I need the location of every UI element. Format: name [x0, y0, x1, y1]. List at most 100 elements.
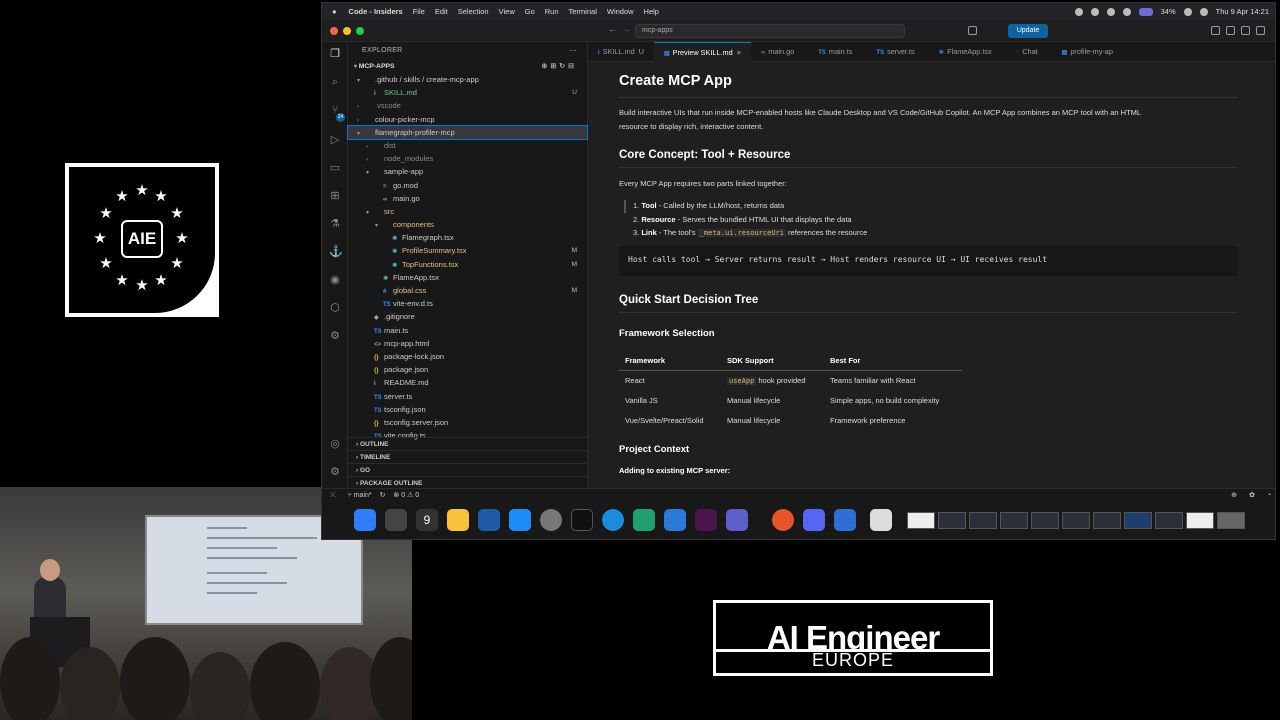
extensions-icon[interactable]: ⊞ — [329, 190, 341, 202]
system-settings-icon[interactable] — [540, 509, 562, 531]
close-tab-icon[interactable]: × — [737, 48, 741, 57]
finder-icon[interactable] — [354, 509, 376, 531]
command-center-search[interactable]: mcp-apps — [635, 24, 905, 38]
copilot-status-icon[interactable]: ✿ — [1249, 489, 1255, 502]
docker-icon[interactable]: ⚓ — [329, 246, 343, 258]
launchpad-icon[interactable] — [385, 509, 407, 531]
update-button[interactable]: Update — [1008, 24, 1048, 38]
slack-icon[interactable] — [695, 509, 717, 531]
forward-arrow-icon[interactable]: → — [622, 24, 631, 34]
testing-icon[interactable]: ⚗ — [329, 218, 341, 230]
tree-item[interactable]: › dist — [348, 139, 587, 152]
tree-item[interactable]: › .vscode — [348, 99, 587, 112]
minimize-window-button[interactable] — [343, 27, 351, 35]
customize-layout-icon[interactable] — [1256, 26, 1265, 35]
tree-item[interactable]: <> mcp-app.html — [348, 337, 587, 350]
menu-view[interactable]: View — [499, 7, 515, 16]
menu-edit[interactable]: Edit — [435, 7, 448, 16]
apple-icon[interactable]: ● — [332, 7, 337, 16]
window-preview[interactable] — [938, 512, 966, 529]
tree-item[interactable]: ∞ main.go — [348, 192, 587, 205]
tree-item[interactable]: TS tsconfig.json — [348, 403, 587, 416]
terminal-icon[interactable] — [571, 509, 593, 531]
menu-window[interactable]: Window — [607, 7, 634, 16]
menu-run[interactable]: Run — [545, 7, 559, 16]
screen-share-icon[interactable] — [1138, 7, 1153, 16]
close-window-button[interactable] — [330, 27, 338, 35]
tree-item[interactable]: ▾ components — [348, 218, 587, 231]
discord-icon[interactable] — [803, 509, 825, 531]
tree-item[interactable]: {} package-lock.json — [348, 350, 587, 363]
tree-item[interactable]: TS main.ts — [348, 324, 587, 337]
editor-tab[interactable]: ⚛ FlameApp.tsx — [929, 42, 1006, 62]
tree-item[interactable]: ◆ .gitignore — [348, 310, 587, 323]
account-icon[interactable]: ◎ — [329, 438, 341, 450]
mail-icon[interactable] — [834, 509, 856, 531]
tree-item[interactable]: {} tsconfig.server.json — [348, 416, 587, 429]
branch-name[interactable]: main* — [354, 492, 372, 499]
window-preview[interactable] — [1124, 512, 1152, 529]
editor-tab[interactable]: TS server.ts — [866, 42, 928, 62]
explorer-actions[interactable]: ⊕⊞↻⊟ — [542, 60, 577, 73]
menu-go[interactable]: Go — [525, 7, 535, 16]
containers-icon[interactable]: ⬡ — [329, 302, 341, 314]
problems-indicator[interactable]: ⊗ 0 ⚠ 0 — [393, 492, 419, 499]
workspace-root[interactable]: ▾ MCP-APPS ⊕⊞↻⊟ — [348, 60, 587, 73]
layout-sidebar-icon[interactable] — [1211, 26, 1220, 35]
github-icon[interactable]: ◉ — [329, 274, 341, 286]
layout-secondary-icon[interactable] — [1241, 26, 1250, 35]
settings-gear-icon[interactable]: ⚙ — [329, 466, 341, 478]
vscode-insiders-icon[interactable] — [633, 509, 655, 531]
back-arrow-icon[interactable]: ← — [608, 24, 617, 34]
menu-terminal[interactable]: Terminal — [569, 7, 597, 16]
bluetooth-icon[interactable] — [1122, 7, 1131, 16]
explorer-icon[interactable]: ❐ — [329, 48, 341, 60]
menu-file[interactable]: File — [413, 7, 425, 16]
editor-tab[interactable]: i SKILL.md U — [588, 42, 654, 62]
menu-help[interactable]: Help — [644, 7, 659, 16]
trash-icon[interactable] — [1217, 512, 1245, 529]
tree-item[interactable]: TS vite-env.d.ts — [348, 297, 587, 310]
tree-item[interactable]: = go.mod — [348, 179, 587, 192]
python-icon[interactable]: ⚙ — [329, 330, 341, 342]
go-section[interactable]: › GO — [348, 463, 588, 476]
notifications-icon[interactable]: ◔ — [1267, 489, 1271, 502]
search-icon[interactable] — [1199, 7, 1208, 16]
outline-section[interactable]: › OUTLINE — [348, 437, 588, 450]
window-preview[interactable] — [1000, 512, 1028, 529]
edge-icon[interactable] — [602, 509, 624, 531]
menu-app-name[interactable]: Code - Insiders — [349, 7, 403, 16]
window-preview[interactable] — [1031, 512, 1059, 529]
window-preview[interactable] — [907, 512, 935, 529]
brave-icon[interactable] — [772, 509, 794, 531]
remote-icon[interactable]: ⤫ — [330, 492, 336, 499]
more-actions-icon[interactable]: ⋯ — [569, 46, 577, 55]
search-icon[interactable]: ⌕ — [329, 76, 341, 88]
tray-icon[interactable] — [1090, 7, 1099, 16]
tree-item[interactable]: ⚛ ProfileSummary.tsx M — [348, 244, 587, 257]
copilot-icon[interactable] — [968, 26, 977, 35]
editor-tab[interactable]: ◌ Chat — [1006, 42, 1052, 62]
run-debug-icon[interactable]: ▷ — [329, 134, 341, 146]
preview-icon[interactable] — [870, 509, 892, 531]
tray-icon[interactable] — [1074, 7, 1083, 16]
tree-item[interactable]: › colour-picker-mcp — [348, 113, 587, 126]
tree-item[interactable]: ⚛ Flamegraph.tsx — [348, 231, 587, 244]
window-preview[interactable] — [969, 512, 997, 529]
tree-item[interactable]: ▾ sample-app — [348, 165, 587, 178]
tray-icon[interactable] — [1106, 7, 1115, 16]
zoom-window-button[interactable] — [356, 27, 364, 35]
tree-item[interactable]: TS server.ts — [348, 390, 587, 403]
timeline-section[interactable]: › TIMELINE — [348, 450, 588, 463]
tree-item[interactable]: › node_modules — [348, 152, 587, 165]
notes-icon[interactable] — [447, 509, 469, 531]
window-preview[interactable] — [1093, 512, 1121, 529]
editor-tab[interactable]: ∞ main.go — [751, 42, 808, 62]
app-store-icon[interactable] — [509, 509, 531, 531]
tree-item[interactable]: i README.md — [348, 376, 587, 389]
editor-tab[interactable]: ▤ Preview SKILL.md × — [654, 42, 751, 62]
remote-explorer-icon[interactable]: ▭ — [329, 162, 341, 174]
tree-item[interactable]: ⚛ TopFunctions.tsx M — [348, 258, 587, 271]
editor-tab[interactable]: ▤ profile-my-ap — [1052, 42, 1127, 62]
editor-tab[interactable]: TS main.ts — [808, 42, 866, 62]
